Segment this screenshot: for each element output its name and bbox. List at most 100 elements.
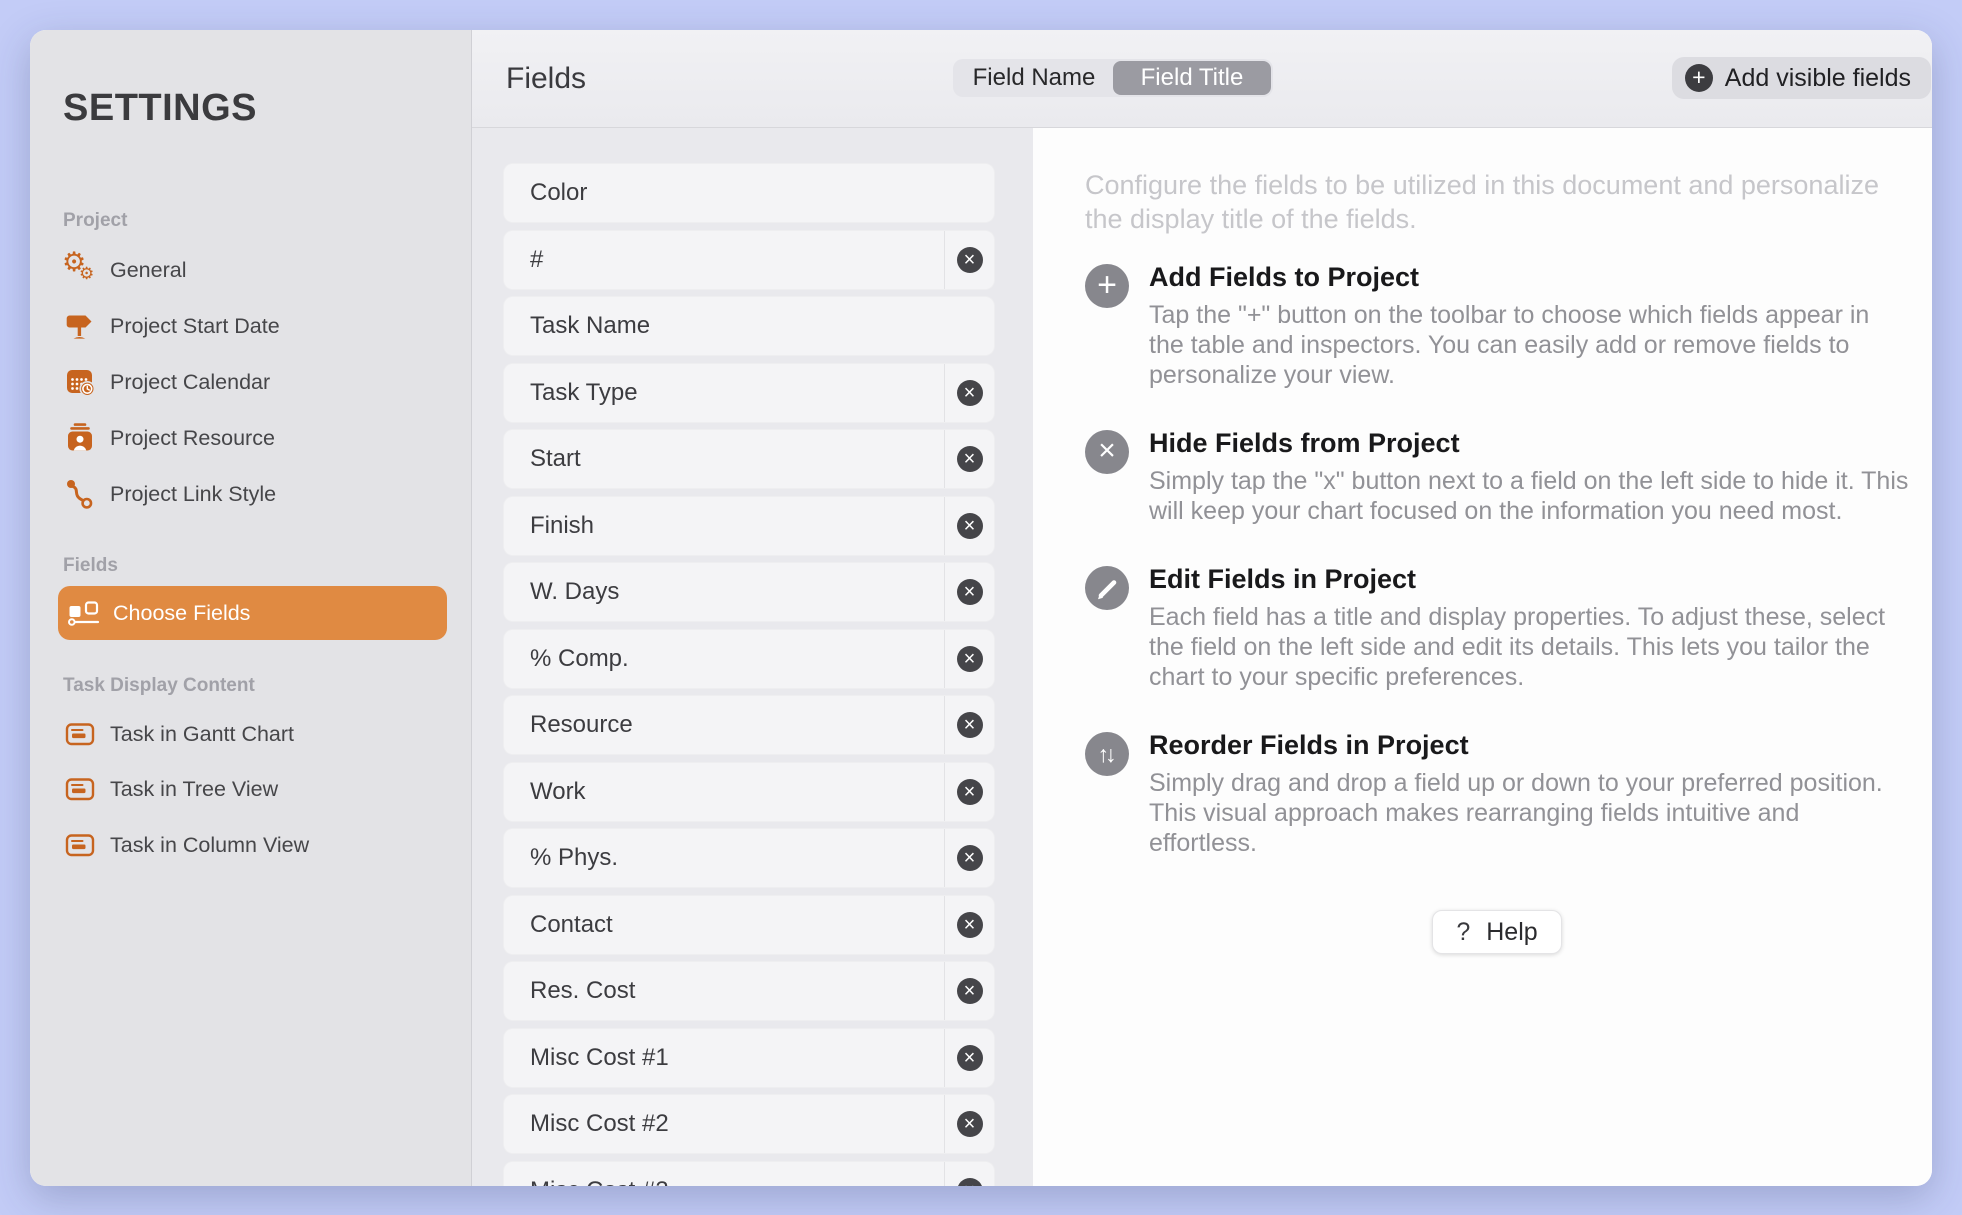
settings-title: SETTINGS <box>63 88 257 128</box>
sidebar-section-project: Project <box>63 208 127 234</box>
guide-section-body: Simply tap the "x" button next to a fiel… <box>1149 466 1909 526</box>
remove-field-icon[interactable]: × <box>957 912 983 938</box>
field-row-w-days[interactable]: W. Days × <box>503 562 995 622</box>
sidebar-item-task-in-gantt-chart[interactable]: Task in Gantt Chart <box>60 706 461 762</box>
sidebar-item-label: Project Start Date <box>110 314 280 339</box>
remove-field-icon[interactable]: × <box>957 712 983 738</box>
field-row-pct-phys[interactable]: % Phys. × <box>503 828 995 888</box>
field-label: Misc Cost #1 <box>530 1044 669 1072</box>
choose-fields-icon <box>67 595 103 631</box>
field-row-actions: × <box>944 896 994 954</box>
sidebar-item-project-resource[interactable]: Project Resource <box>60 410 461 466</box>
page-title: Fields <box>506 62 586 96</box>
remove-field-icon[interactable]: × <box>957 513 983 539</box>
field-label: % Phys. <box>530 844 618 872</box>
help-button[interactable]: ? Help <box>1432 910 1561 954</box>
pencil-circle-icon <box>1085 566 1129 610</box>
app-background: { "sidebar": { "title": "SETTINGS", "sec… <box>0 0 1962 1215</box>
field-row-actions: × <box>944 1162 994 1187</box>
sidebar-item-label: Choose Fields <box>113 601 250 626</box>
field-row-contact[interactable]: Contact × <box>503 895 995 955</box>
guide-intro: Configure the fields to be utilized in t… <box>1085 168 1909 236</box>
field-row-actions: × <box>944 696 994 754</box>
field-label: % Comp. <box>530 645 629 673</box>
task-card-icon <box>62 827 98 863</box>
settings-window: SETTINGS Project ⚙ ⚙ General Project Sta… <box>30 30 1932 1186</box>
field-label: Resource <box>530 711 633 739</box>
sidebar-item-project-link-style[interactable]: Project Link Style <box>60 466 461 522</box>
x-circle-icon: × <box>1085 430 1129 474</box>
remove-field-icon[interactable]: × <box>957 978 983 1004</box>
guide-section-title: Add Fields to Project <box>1149 262 1909 293</box>
guide-section-body: Each field has a title and display prope… <box>1149 602 1909 692</box>
guide-section-body: Tap the "+" button on the toolbar to cho… <box>1149 300 1909 390</box>
field-row-actions: × <box>944 962 994 1020</box>
sidebar-item-label: Task in Tree View <box>110 777 278 802</box>
remove-field-icon[interactable]: × <box>957 380 983 406</box>
field-row-res-cost[interactable]: Res. Cost × <box>503 961 995 1021</box>
sidebar-item-project-start-date[interactable]: Project Start Date <box>60 298 461 354</box>
field-label: Res. Cost <box>530 977 635 1005</box>
segment-field-title[interactable]: Field Title <box>1113 61 1271 95</box>
field-row-actions: × <box>944 1029 994 1087</box>
sidebar-item-label: Project Resource <box>110 426 275 451</box>
field-label: Misc Cost #2 <box>530 1110 669 1138</box>
sidebar-item-task-in-tree-view[interactable]: Task in Tree View <box>60 761 461 817</box>
field-label: Color <box>530 179 587 207</box>
signpost-icon <box>62 308 98 344</box>
remove-field-icon[interactable]: × <box>957 1178 983 1187</box>
sidebar-section-task-display-content: Task Display Content <box>63 673 255 699</box>
add-visible-fields-button[interactable]: + Add visible fields <box>1672 57 1931 99</box>
sidebar-item-label: General <box>110 258 187 283</box>
field-display-segmented-control: Field Name Field Title <box>953 59 1273 97</box>
field-row-misc-cost-1[interactable]: Misc Cost #1 × <box>503 1028 995 1088</box>
content-area: Color # × Task Name Task Type × <box>472 128 1932 1186</box>
field-label: Task Type <box>530 379 638 407</box>
remove-field-icon[interactable]: × <box>957 646 983 672</box>
field-row-start[interactable]: Start × <box>503 429 995 489</box>
add-visible-fields-label: Add visible fields <box>1725 64 1911 93</box>
field-row-misc-cost-3[interactable]: Misc Cost #3 × <box>503 1161 995 1187</box>
remove-field-icon[interactable]: × <box>957 1111 983 1137</box>
field-row-task-name[interactable]: Task Name <box>503 296 995 356</box>
sidebar-item-task-in-column-view[interactable]: Task in Column View <box>60 817 461 873</box>
sidebar-item-project-calendar[interactable]: Project Calendar <box>60 354 461 410</box>
guide-section-body: Simply drag and drop a field up or down … <box>1149 768 1909 858</box>
guide-section-add-fields: + Add Fields to Project Tap the "+" butt… <box>1085 262 1909 390</box>
field-row-actions: × <box>944 1095 994 1153</box>
remove-field-icon[interactable]: × <box>957 1045 983 1071</box>
field-label: W. Days <box>530 578 619 606</box>
sidebar-item-label: Project Calendar <box>110 370 270 395</box>
sidebar-item-general[interactable]: ⚙ ⚙ General <box>60 242 461 298</box>
field-row-actions: × <box>944 364 994 422</box>
field-row-finish[interactable]: Finish × <box>503 496 995 556</box>
field-row-actions: × <box>944 829 994 887</box>
sidebar-item-choose-fields[interactable]: Choose Fields <box>58 586 447 640</box>
guide-section-edit-fields: Edit Fields in Project Each field has a … <box>1085 564 1909 692</box>
field-row-work[interactable]: Work × <box>503 762 995 822</box>
field-row-pct-comp[interactable]: % Comp. × <box>503 629 995 689</box>
remove-field-icon[interactable]: × <box>957 845 983 871</box>
field-row-color[interactable]: Color <box>503 163 995 223</box>
field-row-actions: × <box>944 563 994 621</box>
guide-section-hide-fields: × Hide Fields from Project Simply tap th… <box>1085 428 1909 526</box>
remove-field-icon[interactable]: × <box>957 779 983 805</box>
header-bar: Fields Field Name Field Title + Add visi… <box>472 30 1932 128</box>
task-card-icon <box>62 771 98 807</box>
sidebar: SETTINGS Project ⚙ ⚙ General Project Sta… <box>30 30 472 1186</box>
field-row-number[interactable]: # × <box>503 230 995 290</box>
field-label: Contact <box>530 911 613 939</box>
field-label: Finish <box>530 512 594 540</box>
field-label: Start <box>530 445 581 473</box>
remove-field-icon[interactable]: × <box>957 247 983 273</box>
field-row-resource[interactable]: Resource × <box>503 695 995 755</box>
segment-field-name[interactable]: Field Name <box>955 61 1113 95</box>
remove-field-icon[interactable]: × <box>957 446 983 472</box>
field-label: Misc Cost #3 <box>530 1177 669 1187</box>
reorder-circle-icon: ↑↓ <box>1085 732 1129 776</box>
field-row-task-type[interactable]: Task Type × <box>503 363 995 423</box>
field-row-actions: × <box>944 763 994 821</box>
remove-field-icon[interactable]: × <box>957 579 983 605</box>
field-row-misc-cost-2[interactable]: Misc Cost #2 × <box>503 1094 995 1154</box>
plus-icon: + <box>1685 64 1713 92</box>
